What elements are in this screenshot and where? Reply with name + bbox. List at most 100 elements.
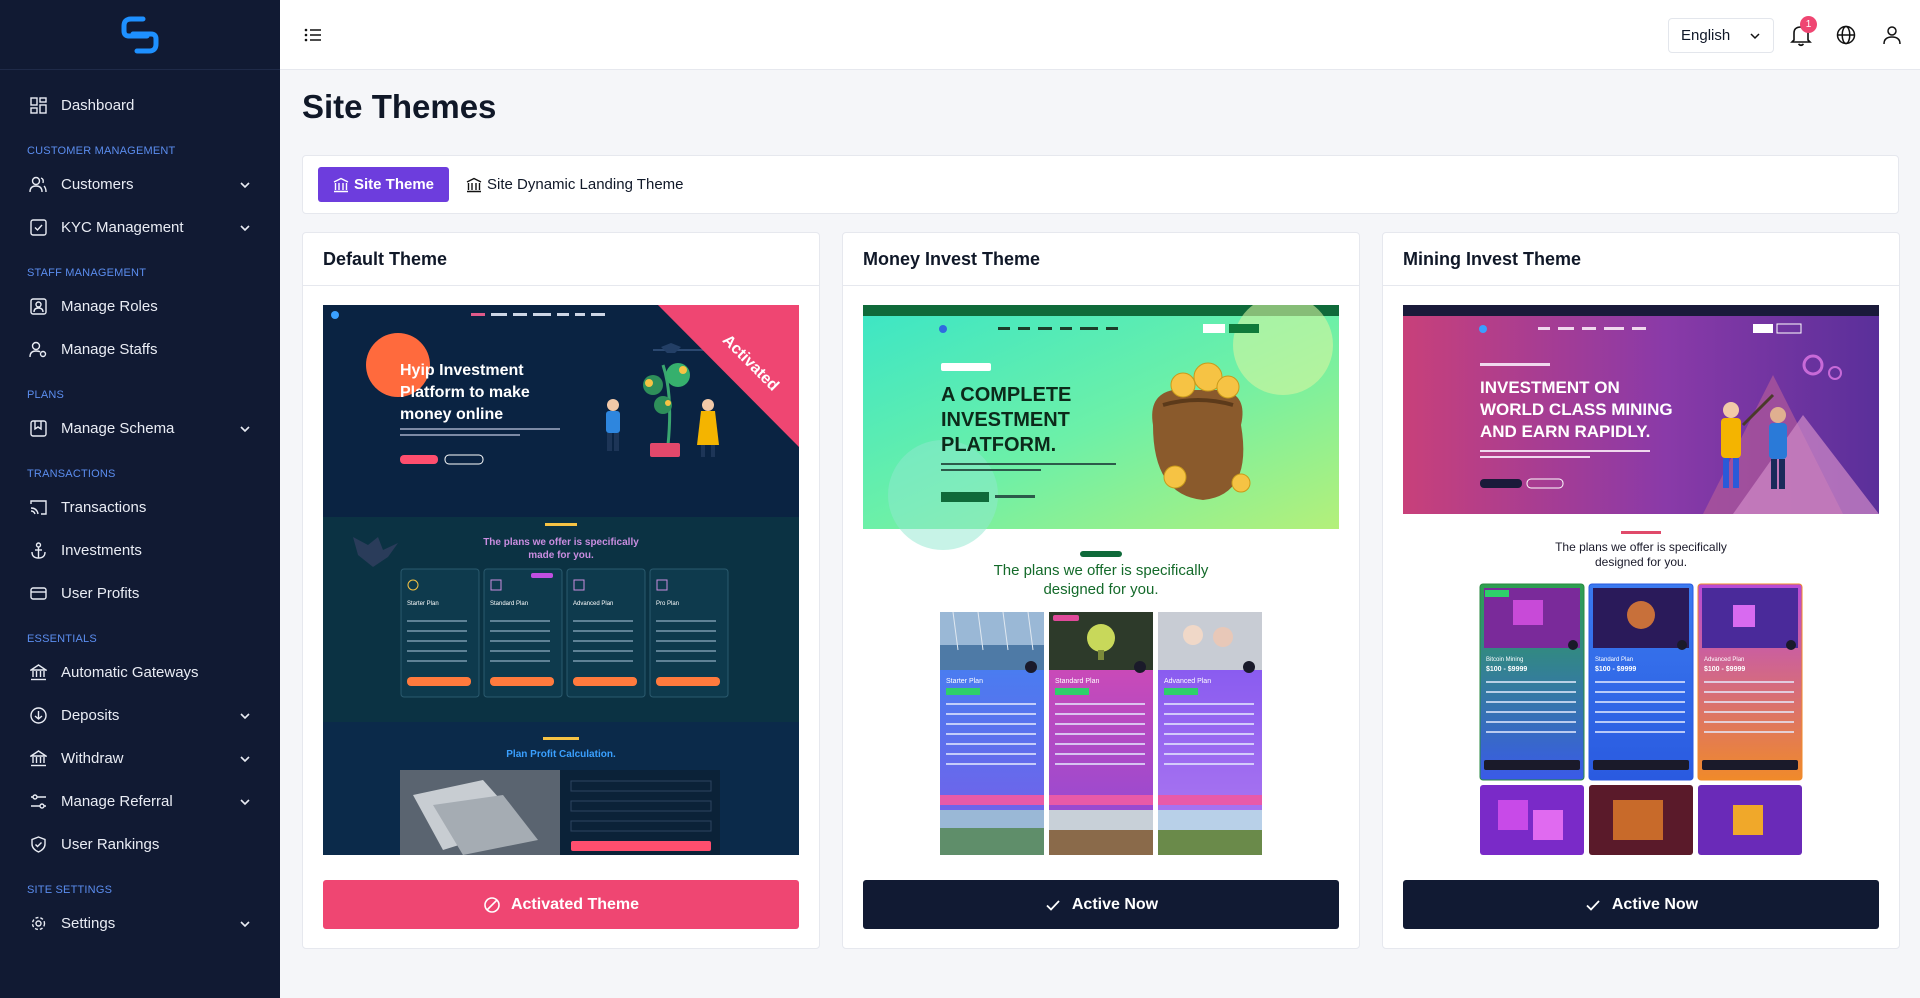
sidebar-item-label: Automatic Gateways bbox=[61, 664, 199, 681]
tab-site-dynamic-landing-theme[interactable]: Site Dynamic Landing Theme bbox=[466, 167, 684, 202]
preview-hero-line: AND EARN RAPIDLY. bbox=[1480, 422, 1650, 441]
sidebar-item-customers[interactable]: Customers bbox=[0, 163, 280, 206]
preview-plan-name: Advanced Plan bbox=[573, 601, 613, 607]
sidebar-section-label: SITE SETTINGS bbox=[27, 884, 113, 896]
sidebar-nav: Dashboard CUSTOMER MANAGEMENT Customers … bbox=[0, 70, 280, 945]
preview-hero-line: money online bbox=[400, 406, 503, 423]
dashboard-icon bbox=[28, 96, 48, 116]
sidebar-item-user-rankings[interactable]: User Rankings bbox=[0, 823, 280, 866]
notification-count-badge: 1 bbox=[1800, 16, 1817, 33]
sidebar-item-label: Withdraw bbox=[61, 750, 124, 767]
preview-plan-name: Standard Plan bbox=[490, 601, 528, 607]
theme-button-label: Active Now bbox=[1611, 895, 1699, 913]
building-icon bbox=[333, 177, 349, 192]
language-select[interactable]: English bbox=[1668, 18, 1774, 53]
sidebar-item-label: Manage Staffs bbox=[61, 341, 158, 358]
anchor-icon bbox=[28, 541, 48, 561]
sidebar-item-manage-staffs[interactable]: Manage Staffs bbox=[0, 328, 280, 371]
theme-card-title: Mining Invest Theme bbox=[1383, 233, 1899, 286]
credit-card-icon bbox=[28, 584, 48, 604]
tab-label: Site Dynamic Landing Theme bbox=[487, 176, 684, 193]
sidebar-item-dashboard[interactable]: Dashboard bbox=[0, 84, 280, 127]
cast-icon bbox=[28, 498, 48, 518]
sidebar-section-label: ESSENTIALS bbox=[27, 633, 97, 645]
theme-card-title: Default Theme bbox=[303, 233, 819, 286]
check-icon bbox=[1046, 899, 1060, 911]
preview-hero-line: A COMPLETE bbox=[941, 384, 1071, 406]
theme-card-money-invest: Money Invest Theme A COMPLETE INVESTMENT… bbox=[842, 232, 1360, 949]
sidebar-item-investments[interactable]: Investments bbox=[0, 529, 280, 572]
tab-site-theme[interactable]: Site Theme bbox=[318, 167, 450, 202]
preview-plans-heading: designed for you. bbox=[1043, 581, 1158, 598]
preview-plan-range: $100 - $9999 bbox=[1595, 666, 1636, 673]
chevron-down-icon bbox=[240, 712, 250, 719]
preview-plans-heading: The plans we offer is specifically bbox=[1555, 540, 1727, 554]
active-now-button[interactable]: Active Now bbox=[1403, 880, 1879, 929]
sidebar-item-deposits[interactable]: Deposits bbox=[0, 694, 280, 737]
sidebar-item-kyc-management[interactable]: KYC Management bbox=[0, 206, 280, 249]
user-badge-icon bbox=[28, 297, 48, 317]
sidebar-item-label: User Rankings bbox=[61, 836, 160, 853]
page-title: Site Themes bbox=[302, 88, 497, 125]
sidebar-item-label: Transactions bbox=[61, 499, 147, 516]
preview-hero-line: INVESTMENT ON bbox=[1480, 378, 1620, 397]
preview-plan-name: Bitcoin Mining bbox=[1486, 657, 1523, 663]
preview-plan-name: Pro Plan bbox=[656, 601, 679, 607]
sliders-icon bbox=[28, 792, 48, 812]
sidebar-item-withdraw[interactable]: Withdraw bbox=[0, 737, 280, 780]
gear-icon bbox=[28, 914, 48, 934]
chevron-down-icon bbox=[240, 181, 250, 188]
preview-plan-range: $100 - $9999 bbox=[1486, 666, 1527, 673]
theme-preview-image[interactable]: INVESTMENT ON WORLD CLASS MINING AND EAR… bbox=[1403, 305, 1879, 855]
theme-button-label: Active Now bbox=[1071, 895, 1159, 913]
chevron-down-icon bbox=[240, 798, 250, 805]
preview-hero-line: PLATFORM. bbox=[941, 434, 1056, 456]
preview-plans-heading: made for you. bbox=[528, 550, 594, 561]
sidebar-item-user-profits[interactable]: User Profits bbox=[0, 572, 280, 615]
preview-plan-name: Standard Plan bbox=[1055, 678, 1099, 685]
sidebar-item-automatic-gateways[interactable]: Automatic Gateways bbox=[0, 651, 280, 694]
menu-toggle-icon[interactable] bbox=[302, 24, 324, 46]
theme-preview-image[interactable]: Hyip Investment Platform to make money o… bbox=[323, 305, 799, 855]
preview-plan-name: Advanced Plan bbox=[1164, 678, 1211, 685]
user-profile-icon[interactable] bbox=[1881, 24, 1903, 46]
theme-card-title: Money Invest Theme bbox=[843, 233, 1359, 286]
chevron-down-icon bbox=[240, 920, 250, 927]
building-icon bbox=[466, 177, 482, 192]
user-cog-icon bbox=[28, 340, 48, 360]
sidebar-item-manage-roles[interactable]: Manage Roles bbox=[0, 285, 280, 328]
sidebar-item-label: Investments bbox=[61, 542, 142, 559]
preview-plan-name: Advanced Plan bbox=[1704, 657, 1744, 663]
theme-tabs: Site Theme Site Dynamic Landing Theme bbox=[302, 155, 1899, 214]
preview-hero-line: Hyip Investment bbox=[400, 362, 524, 379]
sidebar-item-manage-schema[interactable]: Manage Schema bbox=[0, 407, 280, 450]
bank-icon bbox=[28, 749, 48, 769]
globe-icon[interactable] bbox=[1835, 24, 1857, 46]
logo-icon bbox=[121, 16, 159, 53]
sidebar-item-label: Settings bbox=[61, 915, 116, 932]
preview-plan-name: Starter Plan bbox=[407, 601, 439, 607]
topbar: English 1 bbox=[280, 0, 1920, 70]
sidebar: Dashboard CUSTOMER MANAGEMENT Customers … bbox=[0, 0, 280, 998]
chevron-down-icon bbox=[240, 425, 250, 432]
sidebar-item-settings[interactable]: Settings bbox=[0, 902, 280, 945]
sidebar-item-label: User Profits bbox=[61, 585, 140, 602]
brand-logo[interactable] bbox=[0, 0, 280, 70]
theme-card-mining-invest: Mining Invest Theme INVESTMENT ON WORLD … bbox=[1382, 232, 1900, 949]
theme-button-label: Activated Theme bbox=[510, 895, 640, 913]
language-select-value: English bbox=[1681, 27, 1731, 44]
chevron-down-icon bbox=[240, 224, 250, 231]
sidebar-item-label: KYC Management bbox=[61, 219, 184, 236]
shield-check-icon bbox=[28, 835, 48, 855]
sidebar-item-label: Manage Roles bbox=[61, 298, 158, 315]
sidebar-item-manage-referral[interactable]: Manage Referral bbox=[0, 780, 280, 823]
sidebar-section-label: PLANS bbox=[27, 389, 65, 401]
theme-preview-image[interactable]: A COMPLETE INVESTMENT PLATFORM. The plan… bbox=[863, 305, 1339, 855]
preview-hero-line: Platform to make bbox=[400, 384, 530, 401]
preview-calc-heading: Plan Profit Calculation. bbox=[506, 749, 616, 760]
sidebar-item-label: Manage Schema bbox=[61, 420, 175, 437]
activated-theme-button[interactable]: Activated Theme bbox=[323, 880, 799, 929]
sidebar-item-label: Manage Referral bbox=[61, 793, 173, 810]
active-now-button[interactable]: Active Now bbox=[863, 880, 1339, 929]
sidebar-item-transactions[interactable]: Transactions bbox=[0, 486, 280, 529]
